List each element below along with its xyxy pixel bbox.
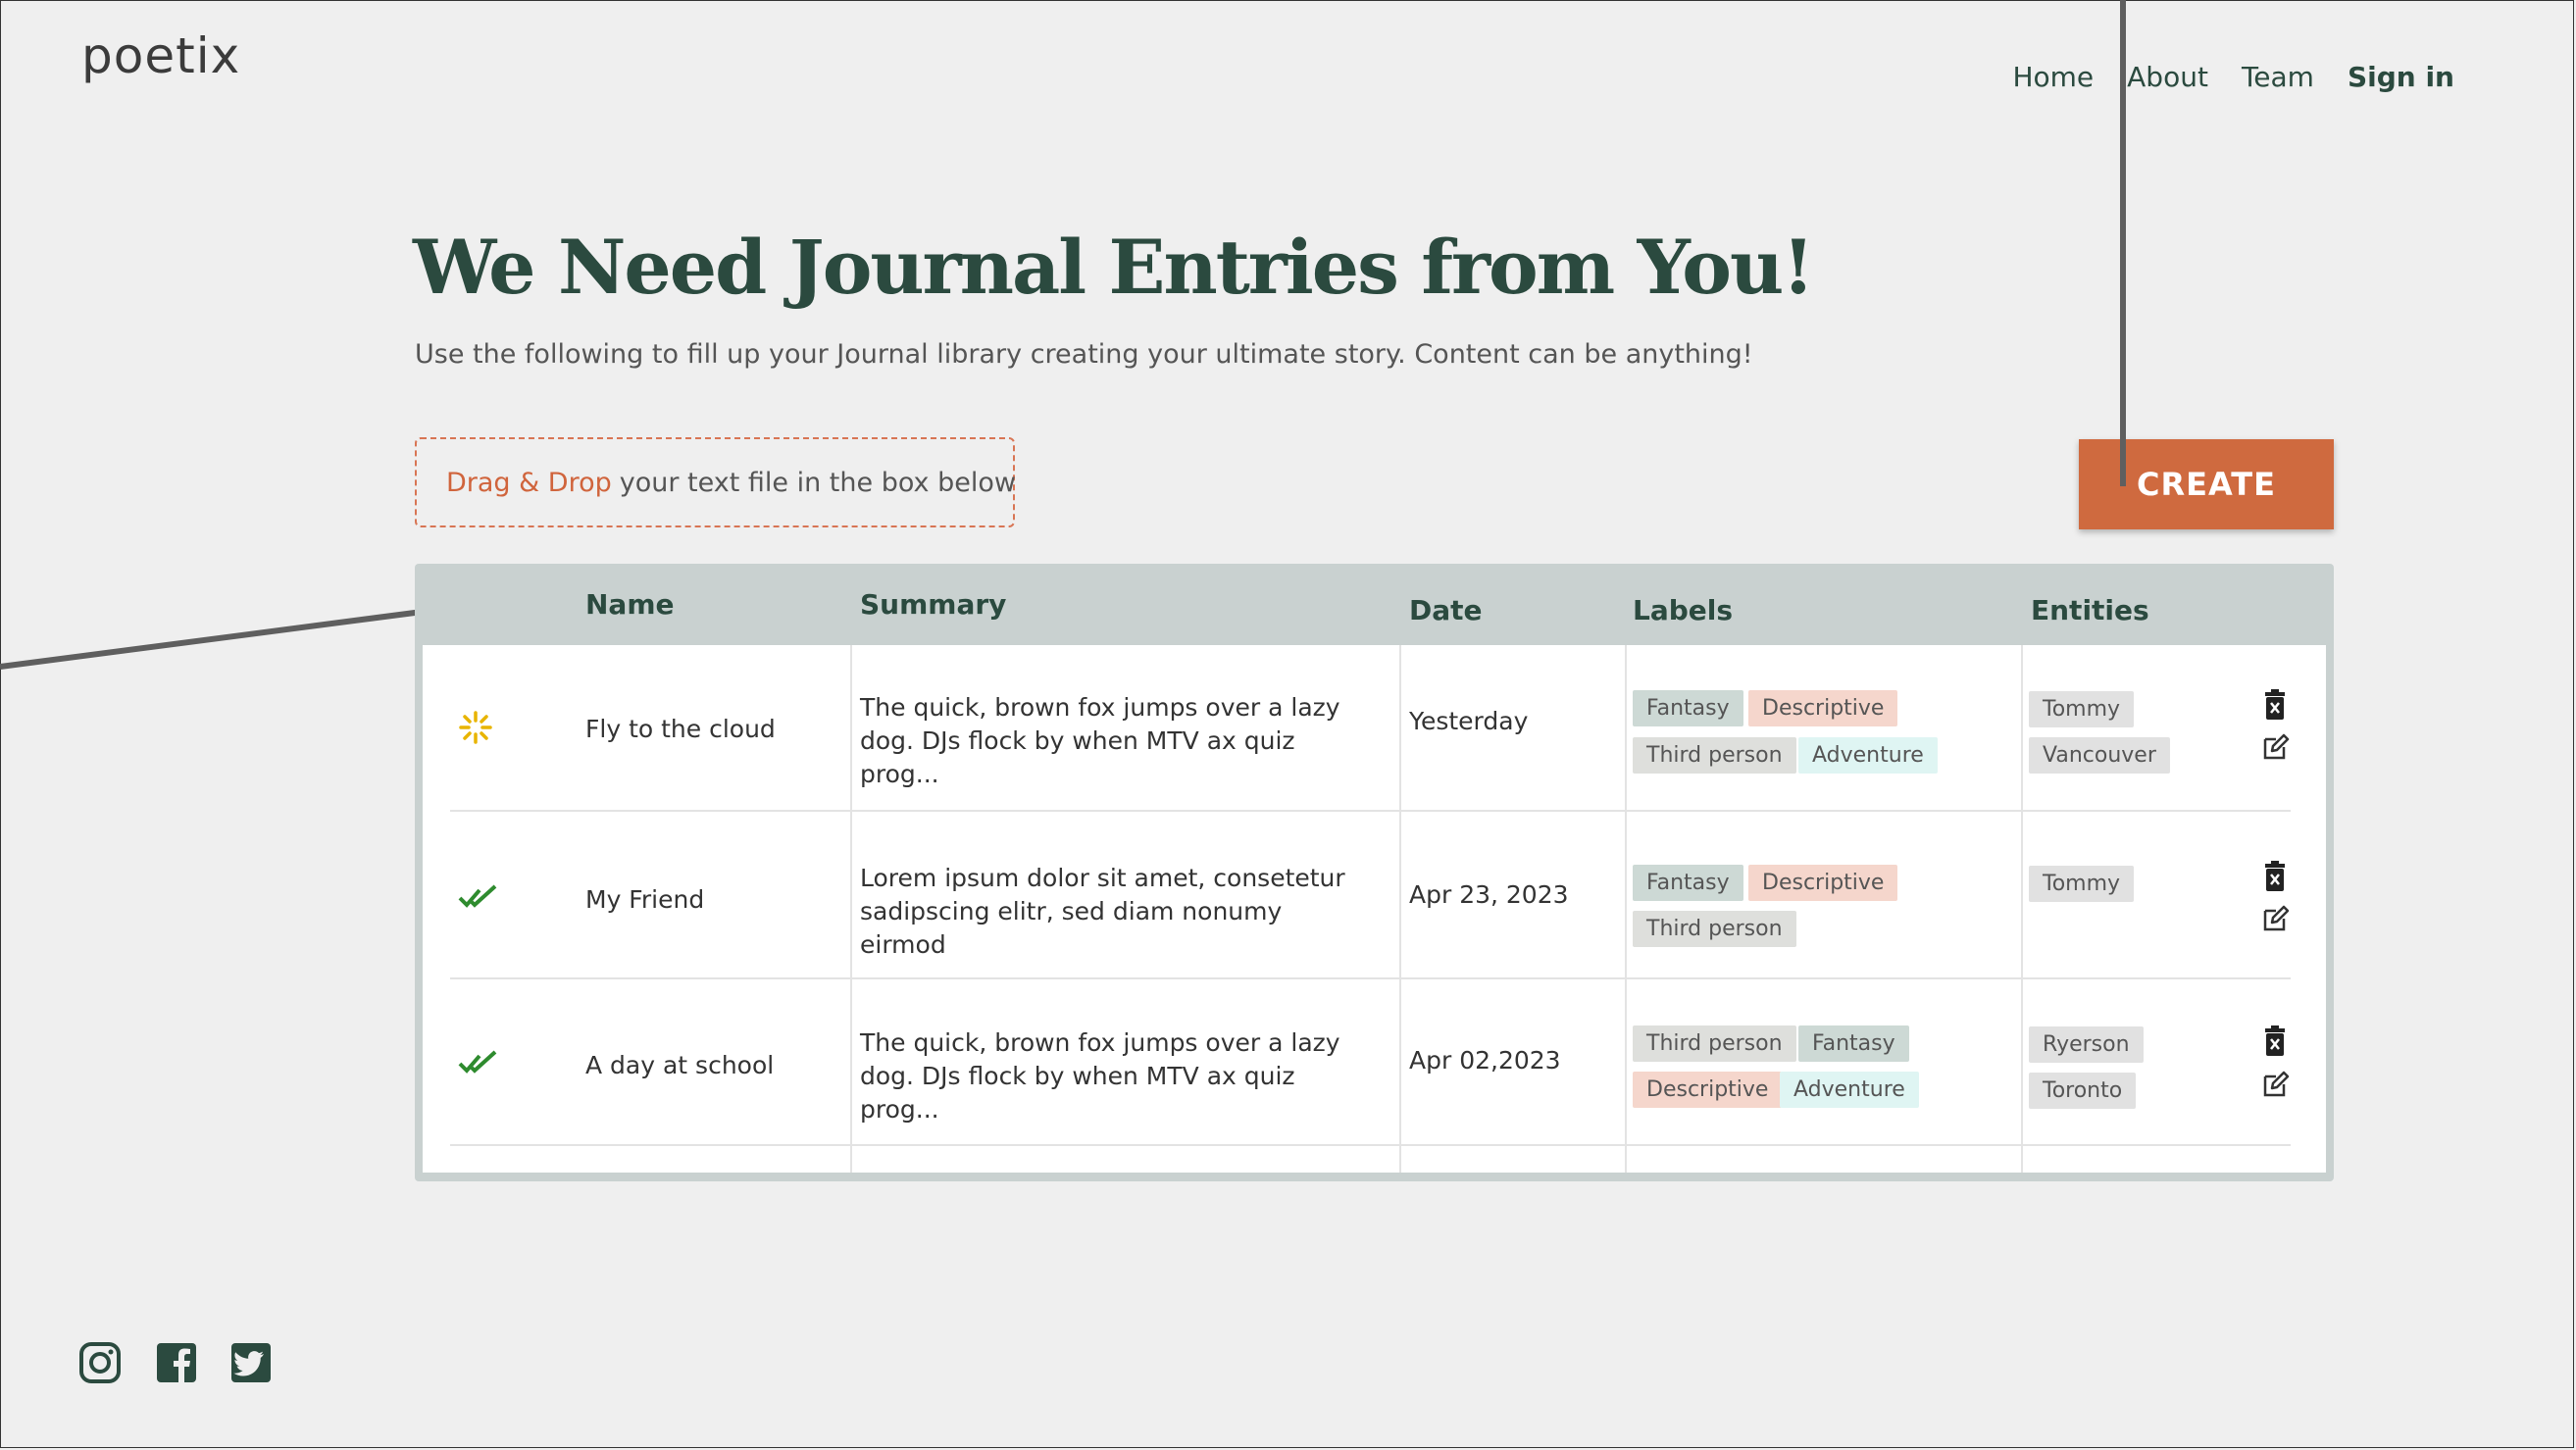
double-check-icon: [458, 1050, 497, 1074]
double-check-icon: [458, 884, 497, 908]
label-tag: Descriptive: [1748, 690, 1898, 726]
entity-tag: Tommy: [2029, 691, 2135, 727]
header-summary[interactable]: Summary: [860, 588, 1006, 621]
page-subtitle: Use the following to fill up your Journa…: [415, 339, 1753, 370]
summary-line: The quick, brown fox jumps over a lazy: [860, 1028, 1340, 1057]
row-date: Apr 02,2023: [1409, 1046, 1561, 1075]
drop-zone-text: your text file in the box below: [619, 467, 1016, 498]
twitter-icon[interactable]: [229, 1341, 273, 1384]
entity-tag: Ryerson: [2029, 1026, 2144, 1063]
instagram-icon[interactable]: [78, 1341, 122, 1384]
row-summary: The quick, brown fox jumps over a lazy d…: [860, 691, 1370, 791]
row-divider: [450, 977, 2291, 979]
column-divider: [1625, 645, 1627, 1173]
loading-icon: [459, 711, 492, 744]
summary-line: sadipscing elitr, sed diam nonumy eirmod: [860, 897, 1283, 959]
summary-line: The quick, brown fox jumps over a lazy: [860, 693, 1340, 722]
edit-icon[interactable]: [2262, 733, 2290, 761]
label-tag: Fantasy: [1633, 865, 1743, 901]
column-divider: [1399, 645, 1401, 1173]
drop-zone-accent: Drag & Drop: [446, 467, 612, 498]
nav-about[interactable]: About: [2127, 61, 2208, 93]
summary-line: Lorem ipsum dolor sit amet, consetetur: [860, 864, 1345, 892]
edit-icon[interactable]: [2262, 905, 2290, 932]
row-date: Apr 23, 2023: [1409, 880, 1569, 909]
column-divider: [850, 645, 852, 1173]
header-labels[interactable]: Labels: [1633, 594, 1733, 626]
label-tag: Third person: [1633, 737, 1796, 774]
callout-line-vertical: [2120, 0, 2126, 486]
header-entities[interactable]: Entities: [2031, 594, 2149, 626]
logo[interactable]: poetix: [81, 27, 240, 84]
trash-icon[interactable]: [2263, 1025, 2287, 1057]
entity-tag: Tommy: [2029, 866, 2135, 902]
trash-icon[interactable]: [2263, 861, 2287, 892]
entity-tag: Vancouver: [2029, 737, 2170, 774]
label-tag: Adventure: [1798, 737, 1938, 774]
row-name: Fly to the cloud: [585, 715, 776, 743]
label-tag: Fantasy: [1633, 690, 1743, 726]
summary-line: dog. DJs flock by when MTV ax quiz prog.…: [860, 1062, 1295, 1124]
label-tag: Fantasy: [1798, 1025, 1909, 1062]
summary-line: dog. DJs flock by when MTV ax quiz prog.…: [860, 726, 1295, 788]
trash-icon[interactable]: [2263, 689, 2287, 721]
page-title: We Need Journal Entries from You!: [413, 224, 1815, 311]
label-tag: Third person: [1633, 1025, 1796, 1062]
label-tag: Descriptive: [1748, 865, 1898, 901]
label-tag: Adventure: [1780, 1072, 1919, 1108]
row-name: A day at school: [585, 1051, 775, 1079]
top-nav: Home About Team Sign in: [2012, 61, 2454, 93]
journal-table: Name Summary Date Labels Entities Fly to…: [415, 564, 2334, 1181]
row-summary: The quick, brown fox jumps over a lazy d…: [860, 1026, 1370, 1126]
column-divider: [2021, 645, 2023, 1173]
row-date: Yesterday: [1409, 707, 1529, 735]
nav-sign-in[interactable]: Sign in: [2348, 61, 2454, 93]
header-date[interactable]: Date: [1409, 594, 1483, 626]
header-name[interactable]: Name: [585, 588, 675, 621]
row-summary: Lorem ipsum dolor sit amet, consetetur s…: [860, 862, 1370, 962]
row-name: My Friend: [585, 885, 705, 914]
table-body: Fly to the cloud The quick, brown fox ju…: [423, 645, 2326, 1173]
entity-tag: Toronto: [2029, 1073, 2137, 1109]
nav-home[interactable]: Home: [2012, 61, 2094, 93]
nav-team[interactable]: Team: [2242, 61, 2314, 93]
create-button[interactable]: CREATE: [2079, 439, 2334, 529]
label-tag: Descriptive: [1633, 1072, 1783, 1108]
label-tag: Third person: [1633, 911, 1796, 947]
row-divider: [450, 1144, 2291, 1146]
row-divider: [450, 810, 2291, 812]
edit-icon[interactable]: [2262, 1071, 2290, 1098]
drop-zone[interactable]: Drag & Drop your text file in the box be…: [415, 437, 1016, 527]
facebook-icon[interactable]: [155, 1341, 198, 1384]
